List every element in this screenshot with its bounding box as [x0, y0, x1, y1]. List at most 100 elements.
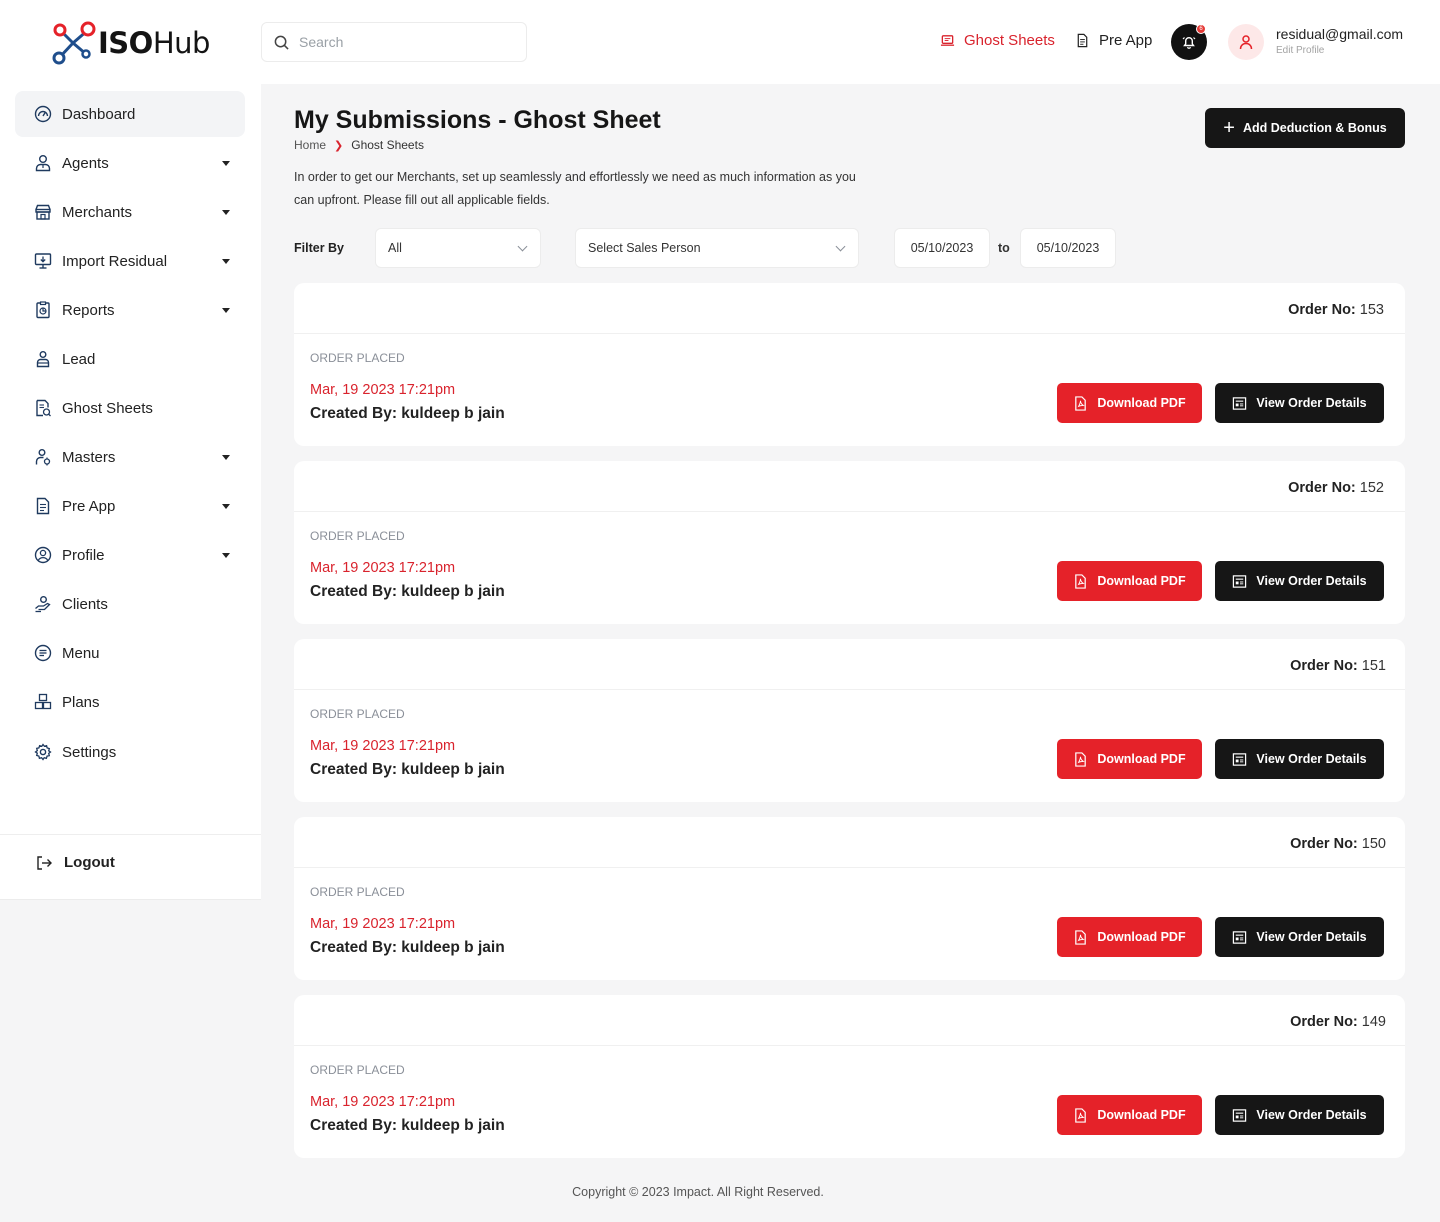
download-pdf-button[interactable]: Download PDF	[1057, 917, 1202, 957]
pdf-file-icon	[1075, 1107, 1087, 1123]
edit-profile-link[interactable]: Edit Profile	[1276, 45, 1324, 56]
filter-type-select[interactable]: All	[375, 228, 541, 268]
logout-button[interactable]: Logout	[36, 854, 115, 871]
chevron-down-icon	[222, 504, 230, 509]
user-icon	[1239, 35, 1253, 50]
view-order-details-button[interactable]: View Order Details	[1215, 383, 1384, 423]
sidebar-item-clients[interactable]: Clients	[15, 581, 245, 627]
logo-text: ISOHub	[98, 26, 210, 60]
report-icon	[36, 301, 50, 319]
sidebar-item-import-residual[interactable]: Import Residual	[15, 238, 245, 284]
download-pdf-button[interactable]: Download PDF	[1057, 1095, 1202, 1135]
card-divider	[294, 333, 1405, 334]
nav-ghost-sheets[interactable]: Ghost Sheets	[940, 32, 1055, 49]
sidebar-item-reports[interactable]: Reports	[15, 287, 245, 333]
card-divider	[294, 867, 1405, 868]
view-order-details-button[interactable]: View Order Details	[1215, 1095, 1384, 1135]
logo-mark-icon	[52, 21, 96, 65]
chevron-down-icon	[222, 553, 230, 558]
view-order-details-button[interactable]: View Order Details	[1215, 739, 1384, 779]
breadcrumb-home[interactable]: Home	[294, 138, 326, 152]
nav-ghost-label: Ghost Sheets	[964, 32, 1055, 49]
notification-badge: 6	[1196, 24, 1206, 34]
breadcrumb-current: Ghost Sheets	[351, 138, 424, 152]
page-title: My Submissions - Ghost Sheet	[294, 106, 661, 134]
nav-preapp-label: Pre App	[1099, 32, 1153, 49]
search-box[interactable]	[261, 22, 527, 62]
download-pdf-button[interactable]: Download PDF	[1057, 383, 1202, 423]
user-email: residual@gmail.com	[1276, 26, 1404, 42]
order-creator: Created By: kuldeep b jain	[310, 761, 505, 778]
laptop-icon	[940, 35, 955, 46]
sidebar-item-dashboard[interactable]: Dashboard	[15, 91, 245, 137]
order-card: Order No: 152 ORDER PLACED Mar, 19 2023 …	[294, 461, 1405, 624]
pdf-file-icon	[1075, 573, 1087, 589]
document-icon	[36, 497, 50, 515]
view-order-details-button[interactable]: View Order Details	[1215, 561, 1384, 601]
order-card: Order No: 153 ORDER PLACED Mar, 19 2023 …	[294, 283, 1405, 446]
download-pdf-button[interactable]: Download PDF	[1057, 561, 1202, 601]
order-status: ORDER PLACED	[310, 885, 405, 899]
order-status: ORDER PLACED	[310, 707, 405, 721]
sidebar-item-masters[interactable]: Masters	[15, 434, 245, 480]
add-deduction-bonus-button[interactable]: + Add Deduction & Bonus	[1205, 108, 1405, 148]
document-icon	[1077, 33, 1088, 48]
sidebar-item-profile[interactable]: Profile	[15, 532, 245, 578]
order-date: Mar, 19 2023 17:21pm	[310, 382, 456, 398]
search-input[interactable]	[299, 34, 499, 50]
list-details-icon	[1233, 396, 1247, 410]
card-divider	[294, 511, 1405, 512]
order-creator: Created By: kuldeep b jain	[310, 405, 505, 422]
plus-icon: +	[1223, 117, 1235, 139]
list-details-icon	[1233, 574, 1247, 588]
card-divider	[294, 689, 1405, 690]
chevron-down-icon	[222, 210, 230, 215]
nav-pre-app[interactable]: Pre App	[1075, 32, 1152, 49]
order-card: Order No: 151 ORDER PLACED Mar, 19 2023 …	[294, 639, 1405, 802]
view-order-details-button[interactable]: View Order Details	[1215, 917, 1384, 957]
list-details-icon	[1233, 752, 1247, 766]
gear-icon	[34, 743, 52, 761]
footer-copyright: Copyright © 2023 Impact. All Right Reser…	[572, 1185, 824, 1199]
logout-icon	[37, 855, 52, 870]
menu-icon	[34, 644, 52, 662]
sidebar-item-ghost-sheets[interactable]: Ghost Sheets	[15, 385, 245, 431]
master-icon	[35, 449, 51, 466]
avatar[interactable]	[1228, 24, 1264, 60]
order-number: Order No: 153	[1288, 302, 1384, 318]
ghost-sheet-icon	[36, 399, 51, 417]
sidebar-item-plans[interactable]: Plans	[15, 679, 245, 725]
search-icon	[274, 35, 289, 50]
chevron-down-icon	[222, 308, 230, 313]
order-status: ORDER PLACED	[310, 529, 405, 543]
pdf-file-icon	[1075, 929, 1087, 945]
sidebar-item-pre-app[interactable]: Pre App	[15, 483, 245, 529]
date-to-input[interactable]: 05/10/2023	[1020, 228, 1116, 268]
pdf-file-icon	[1075, 751, 1087, 767]
store-icon	[35, 204, 51, 220]
chevron-right-icon: ❯	[334, 139, 344, 152]
order-status: ORDER PLACED	[310, 1063, 405, 1077]
sidebar-item-agents[interactable]: Agents	[15, 140, 245, 186]
sales-person-select[interactable]: Select Sales Person	[575, 228, 859, 268]
sidebar-item-merchants[interactable]: Merchants	[15, 189, 245, 235]
order-creator: Created By: kuldeep b jain	[310, 939, 505, 956]
sidebar: Dashboard Agents Merchants Import Residu…	[0, 84, 261, 900]
agent-icon	[35, 155, 51, 172]
notification-button[interactable]: 6	[1171, 24, 1207, 60]
sidebar-item-menu[interactable]: Menu	[15, 630, 245, 676]
order-date: Mar, 19 2023 17:21pm	[310, 560, 456, 576]
lead-icon	[36, 351, 50, 368]
order-creator: Created By: kuldeep b jain	[310, 1117, 505, 1134]
sidebar-item-settings[interactable]: Settings	[15, 729, 245, 775]
order-date: Mar, 19 2023 17:21pm	[310, 1094, 456, 1110]
pdf-file-icon	[1075, 395, 1087, 411]
breadcrumb: Home ❯ Ghost Sheets	[294, 138, 424, 152]
sidebar-item-lead[interactable]: Lead	[15, 336, 245, 382]
date-from-input[interactable]: 05/10/2023	[894, 228, 990, 268]
logo[interactable]: ISOHub	[50, 20, 210, 66]
order-card: Order No: 150 ORDER PLACED Mar, 19 2023 …	[294, 817, 1405, 980]
profile-icon	[34, 546, 52, 564]
download-pdf-button[interactable]: Download PDF	[1057, 739, 1202, 779]
order-card: Order No: 149 ORDER PLACED Mar, 19 2023 …	[294, 995, 1405, 1158]
